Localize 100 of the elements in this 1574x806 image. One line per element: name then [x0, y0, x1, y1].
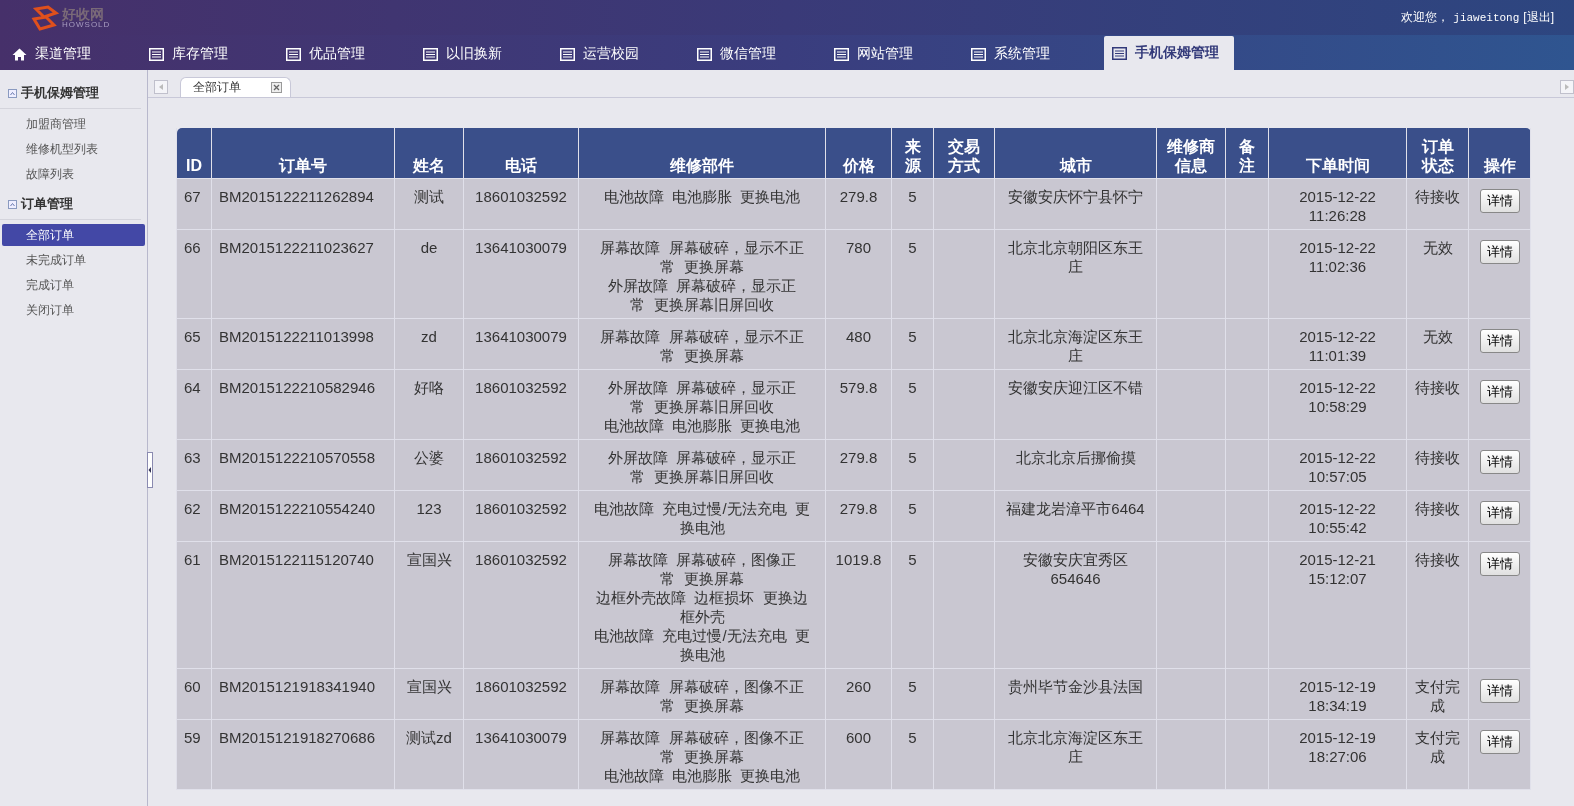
- table-cell-text: de: [419, 237, 439, 257]
- details-button[interactable]: 详情: [1479, 188, 1520, 213]
- table-cell-text: 电池故障 电池膨胀 更换电池: [602, 765, 802, 785]
- table-cell-text: 260: [845, 676, 872, 696]
- table-cell: 待接收: [1415, 186, 1460, 206]
- table-cell-text: 屏幕故障 屏幕破碎，图像不正: [599, 676, 805, 696]
- nav-tab[interactable]: 以旧换新: [419, 38, 556, 70]
- table-cell-text: 边框外壳故障 边框损坏 更换边: [595, 587, 809, 607]
- column-header: 价格: [842, 155, 875, 175]
- logout-link[interactable]: [退出]: [1523, 9, 1554, 26]
- sidebar-item[interactable]: 维修机型列表: [2, 138, 145, 160]
- table-cell-text: 279.8: [838, 498, 879, 518]
- sidebar-item[interactable]: 加盟商管理: [2, 113, 145, 135]
- table-cell-text: 18601032592: [474, 498, 568, 518]
- list-icon: [697, 47, 712, 61]
- collapse-toggle-icon[interactable]: [8, 199, 17, 209]
- table-cell-text: 电池故障 电池膨胀 更换电池: [602, 186, 802, 206]
- table-cell-text: 5: [907, 447, 918, 467]
- table-cell-text: 11:01:39: [1307, 345, 1368, 365]
- collapse-toggle-icon[interactable]: [8, 88, 17, 98]
- close-icon[interactable]: [271, 82, 282, 93]
- column-header: 订单号: [279, 155, 327, 175]
- table-cell-text: 10:57:05: [1307, 466, 1368, 486]
- sidebar-section-title: 订单管理: [21, 195, 73, 213]
- nav-tab[interactable]: 优品管理: [282, 38, 419, 70]
- details-button[interactable]: 详情: [1479, 239, 1520, 264]
- nav-tab[interactable]: 手机保姆管理: [1104, 36, 1234, 70]
- table-cell-text: 北京北京朝阳区东王庄: [1007, 237, 1144, 276]
- table-cell-text: BM2015121918341940: [219, 676, 376, 696]
- table-cell-text: 好咯: [413, 377, 445, 397]
- table-cell-text: 66: [184, 237, 202, 257]
- table-cell-text: 宣国兴: [405, 676, 453, 696]
- scroll-right-icon[interactable]: [1560, 80, 1574, 94]
- details-button[interactable]: 详情: [1479, 551, 1520, 576]
- column-header: 交易方式: [947, 136, 981, 175]
- table-cell-text: BM2015121918270686: [219, 727, 376, 747]
- table-cell-text: BM2015122211013998: [219, 326, 375, 346]
- table-cell-text: 2015-12-22: [1298, 498, 1377, 518]
- table-cell: 支付完成: [1414, 727, 1461, 766]
- details-button[interactable]: 详情: [1479, 449, 1520, 474]
- column-header: 操作: [1483, 155, 1516, 175]
- nav-tab[interactable]: 运营校园: [556, 38, 693, 70]
- table-cell-text: 5: [907, 498, 918, 518]
- sidebar-item[interactable]: 未完成订单: [2, 249, 145, 271]
- table-cell-text: 18601032592: [474, 676, 568, 696]
- nav-tab[interactable]: 渠道管理: [8, 38, 145, 70]
- table-cell: 待接收: [1415, 447, 1460, 467]
- nav-tab[interactable]: 网站管理: [830, 38, 967, 70]
- sidebar-item[interactable]: 完成订单: [2, 274, 145, 296]
- collapse-handle-icon[interactable]: [147, 452, 153, 488]
- details-button[interactable]: 详情: [1479, 379, 1520, 404]
- table-cell-text: 常 更换屏幕: [659, 746, 745, 766]
- table-cell-text: 11:02:36: [1307, 256, 1368, 276]
- table-cell: 支付完成: [1414, 676, 1461, 715]
- table-cell-text: 63: [184, 447, 202, 467]
- scroll-left-icon[interactable]: [154, 80, 168, 94]
- sidebar-item[interactable]: 关闭订单: [2, 299, 145, 321]
- table-cell-text: zd: [420, 326, 438, 346]
- logo-icon: [30, 4, 60, 31]
- table-cell-text: 框外壳: [678, 606, 726, 626]
- table-cell-text: BM2015122210570558: [219, 447, 376, 467]
- table-cell-text: BM2015122211262894: [219, 186, 375, 206]
- table-cell-text: 常 更换屏幕: [659, 345, 745, 365]
- table-cell-text: 15:12:07: [1307, 568, 1368, 588]
- table-cell-text: 123: [415, 498, 443, 518]
- table-cell-text: 279.8: [838, 447, 879, 467]
- column-header: 电话: [505, 155, 537, 175]
- details-button[interactable]: 详情: [1479, 729, 1520, 754]
- nav-tab[interactable]: 系统管理: [967, 38, 1104, 70]
- table-cell-text: 外屏故障 屏幕破碎，显示正: [606, 447, 798, 467]
- table-cell-text: 18:27:06: [1307, 746, 1368, 766]
- logo-text: 好收网: [62, 6, 105, 21]
- table-cell-text: 59: [184, 727, 202, 747]
- details-button[interactable]: 详情: [1479, 678, 1520, 703]
- table-cell-text: 61: [184, 549, 202, 569]
- sidebar-item[interactable]: 全部订单: [2, 224, 145, 246]
- table-cell-text: 常 更换屏幕旧屏回收: [629, 466, 775, 486]
- tab[interactable]: 全部订单: [180, 77, 291, 97]
- nav-tab[interactable]: 库存管理: [145, 38, 282, 70]
- table-cell-text: 电池故障 充电过慢/无法充电 更: [593, 625, 811, 645]
- table-cell-text: 5: [907, 326, 918, 346]
- list-icon: [423, 47, 438, 61]
- table-cell: 待接收: [1415, 549, 1460, 569]
- sidebar-item[interactable]: 故障列表: [2, 163, 145, 185]
- table-cell-text: 屏幕故障 屏幕破碎，图像不正: [599, 727, 805, 747]
- nav-tab[interactable]: 微信管理: [693, 38, 830, 70]
- table-cell-text: 5: [907, 237, 918, 257]
- table-cell-text: 600: [845, 727, 872, 747]
- table-cell-text: 常 更换屏幕: [659, 695, 745, 715]
- details-button[interactable]: 详情: [1479, 328, 1520, 353]
- table-cell-text: 常 更换屏幕旧屏回收: [629, 396, 775, 416]
- table-cell-text: 2015-12-19: [1298, 727, 1377, 747]
- column-header: 下单时间: [1305, 155, 1370, 175]
- table-cell-text: 外屏故障 屏幕破碎，显示正: [606, 377, 798, 397]
- details-button[interactable]: 详情: [1479, 500, 1520, 525]
- table-cell-text: 18601032592: [474, 186, 568, 206]
- username: jiaweitong: [1453, 11, 1520, 24]
- table-cell-text: 2015-12-21: [1298, 549, 1377, 569]
- table-cell-text: 常 更换屏幕旧屏回收: [629, 294, 775, 314]
- table-cell-text: 64: [184, 377, 202, 397]
